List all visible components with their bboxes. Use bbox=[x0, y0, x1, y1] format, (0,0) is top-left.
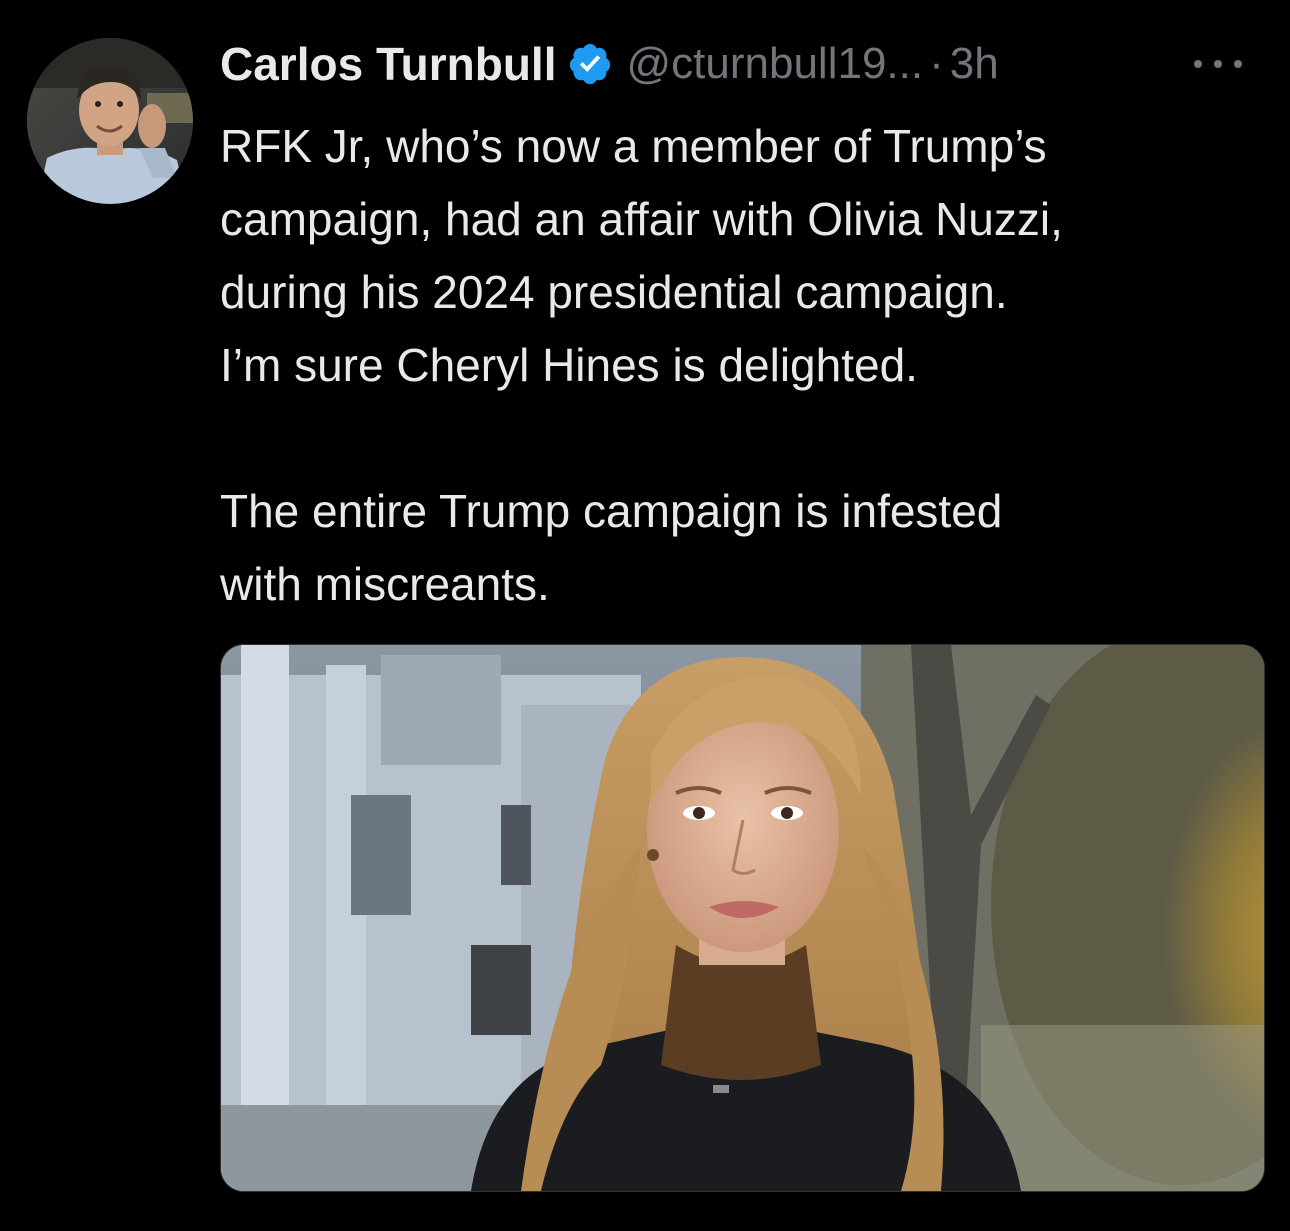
author-handle[interactable]: @cturnbull19... bbox=[627, 39, 924, 89]
more-options-icon[interactable] bbox=[1194, 44, 1242, 84]
tweet-header: Carlos Turnbull @cturnbull19... · 3h bbox=[220, 32, 1270, 96]
tweet-paragraph: The entire Trump campaign is infested wi… bbox=[220, 485, 1003, 610]
more-dot bbox=[1194, 60, 1202, 68]
separator-dot: · bbox=[929, 39, 944, 88]
author-display-name[interactable]: Carlos Turnbull bbox=[220, 37, 557, 91]
author-avatar[interactable] bbox=[27, 38, 193, 204]
tweet-paragraph: RFK Jr, who’s now a member of Trump’s ca… bbox=[220, 120, 1063, 391]
avatar-photo-icon bbox=[27, 38, 193, 204]
tweet-media-photo[interactable] bbox=[220, 644, 1265, 1192]
tweet-text: RFK Jr, who’s now a member of Trump’s ca… bbox=[220, 110, 1270, 621]
tweet-timestamp[interactable]: 3h bbox=[950, 39, 999, 89]
more-dot bbox=[1214, 60, 1222, 68]
news-broadcast-photo-icon bbox=[221, 645, 1264, 1191]
tweet-card[interactable]: Carlos Turnbull @cturnbull19... · 3h RFK… bbox=[0, 0, 1290, 1231]
more-dot bbox=[1234, 60, 1242, 68]
verified-badge-icon[interactable] bbox=[567, 41, 613, 87]
